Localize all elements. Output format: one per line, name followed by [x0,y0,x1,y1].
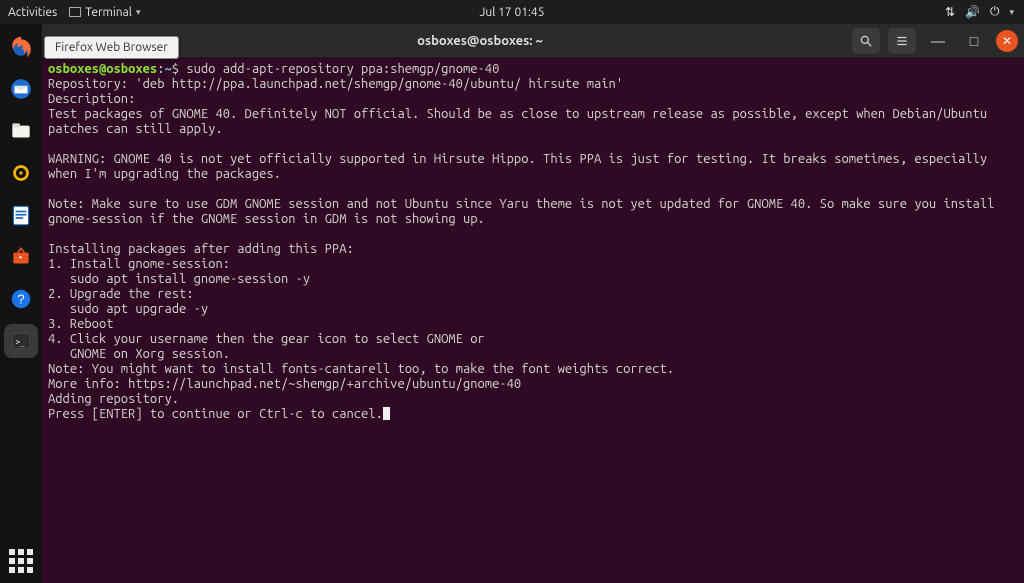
maximize-button[interactable]: □ [960,28,988,54]
window-title: osboxes@osboxes: ~ [114,34,846,48]
close-button[interactable]: ✕ [996,30,1018,52]
tooltip-text: Firefox Web Browser [55,41,168,54]
thunderbird-icon[interactable] [4,72,38,106]
terminal-body[interactable]: osboxes@osboxes:~$ sudo add-apt-reposito… [42,58,1024,583]
volume-icon: 🔊 [965,5,980,19]
dock-tooltip: Firefox Web Browser [44,36,179,59]
top-panel: Activities Terminal ▾ Jul 17 01:45 ⇅ 🔊 ⏻… [0,0,1024,24]
status-area[interactable]: ⇅ 🔊 ⏻ ▾ [945,5,1024,19]
libreoffice-writer-icon[interactable] [4,198,38,232]
rhythmbox-icon[interactable] [4,156,38,190]
clock[interactable]: Jul 17 01:45 [480,6,545,19]
firefox-icon[interactable] [4,30,38,64]
chevron-down-icon: ▾ [1009,7,1014,18]
chevron-down-icon: ▾ [136,7,141,18]
hamburger-menu-button[interactable] [888,28,916,54]
terminal-icon[interactable]: >_ [4,324,38,358]
dock: ? >_ [0,24,42,583]
help-icon[interactable]: ? [4,282,38,316]
power-icon: ⏻ [990,5,1000,19]
files-icon[interactable] [4,114,38,148]
ubuntu-software-icon[interactable] [4,240,38,274]
terminal-panel-icon [69,7,81,17]
app-menu-label: Terminal [85,6,132,19]
search-button[interactable] [852,28,880,54]
show-applications-icon[interactable] [0,549,42,573]
minimize-button[interactable]: — [924,28,952,54]
network-icon: ⇅ [945,5,955,19]
terminal-window: osboxes@osboxes: ~ — □ ✕ osboxes@osboxes… [42,24,1024,583]
app-menu[interactable]: Terminal ▾ [69,6,140,19]
titlebar: osboxes@osboxes: ~ — □ ✕ [42,24,1024,58]
svg-text:?: ? [17,291,24,306]
activities-button[interactable]: Activities [8,6,57,19]
svg-text:>_: >_ [16,337,26,346]
